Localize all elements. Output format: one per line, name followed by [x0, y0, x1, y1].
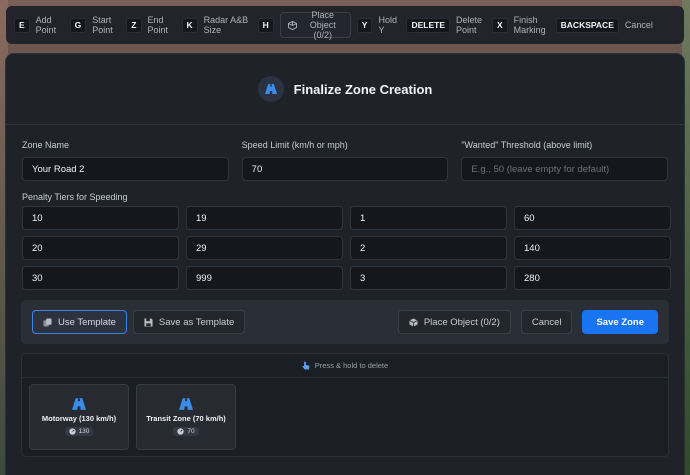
tier-input[interactable]: 280	[514, 266, 671, 290]
finalize-zone-modal: Finalize Zone Creation Zone Name Your Ro…	[6, 54, 684, 475]
road-icon	[257, 76, 284, 102]
tier-input[interactable]: 1	[350, 206, 507, 230]
key-badge: BACKSPACE	[555, 17, 619, 33]
zone-name-field: Zone Name Your Road 2	[22, 140, 229, 181]
keybind-delete-point: DELETE Delete Point	[406, 15, 486, 35]
keybind-label: Finish Marking	[513, 15, 546, 35]
speed-limit-label: Speed Limit (km/h or mph)	[241, 140, 348, 150]
save-as-template-button[interactable]: Save as Template	[132, 310, 246, 334]
penalty-tiers-grid: 10 19 1 60 20 29 2 140 30 999 3 280	[22, 206, 671, 290]
save-zone-button[interactable]: Save Zone	[582, 310, 658, 334]
modal-action-bar: Use Template Save as Template Place Obje…	[21, 300, 669, 344]
speedometer-icon	[68, 428, 76, 435]
wanted-threshold-label: "Wanted" Threshold (above limit)	[461, 140, 593, 150]
tier-input[interactable]: 29	[186, 236, 343, 260]
key-badge: X	[491, 17, 508, 33]
template-card-title: Motorway (130 km/h)	[41, 414, 117, 423]
speedometer-icon	[177, 428, 185, 435]
tier-input[interactable]: 19	[186, 206, 343, 230]
use-template-button[interactable]: Use Template	[32, 310, 127, 334]
tier-input[interactable]: 2	[350, 236, 507, 260]
zone-name-label: Zone Name	[22, 140, 70, 150]
keybind-label: Place Object (0/2)	[309, 10, 336, 40]
place-object-button[interactable]: Place Object (0/2)	[397, 310, 511, 334]
road-icon	[179, 398, 193, 410]
keybind-label: Cancel	[624, 20, 653, 30]
speed-badge: 130	[64, 427, 94, 436]
key-badge: Y	[356, 17, 373, 33]
copy-icon	[43, 317, 52, 327]
cancel-button[interactable]: Cancel	[520, 310, 573, 334]
keybind-label: Delete Point	[455, 15, 482, 35]
use-template-label: Use Template	[58, 316, 116, 328]
zone-form-row: Zone Name Your Road 2 Speed Limit (km/h …	[22, 140, 669, 181]
templates-panel: Press & hold to delete Motorway (130 km/…	[21, 353, 669, 457]
speed-badge-value: 70	[187, 428, 195, 435]
speed-badge-value: 130	[78, 428, 90, 435]
zone-name-input[interactable]: Your Road 2	[22, 157, 229, 181]
keybind-end-point: Z End Point	[126, 15, 175, 35]
wanted-threshold-field: "Wanted" Threshold (above limit) E.g., 5…	[461, 140, 669, 181]
tier-input[interactable]: 60	[514, 206, 671, 230]
keybind-start-point: G Start Point	[69, 15, 121, 35]
keybind-label: Start Point	[92, 15, 113, 35]
speed-limit-field: Speed Limit (km/h or mph) 70	[241, 140, 449, 181]
floppy-icon	[144, 317, 153, 327]
keybind-bar: E Add Point G Start Point Z End Point K …	[6, 6, 684, 44]
key-badge: H	[257, 17, 274, 33]
templates-hint: Press & hold to delete	[22, 354, 668, 378]
penalty-tiers-label: Penalty Tiers for Speeding	[22, 192, 128, 202]
keybind-hold-y: Y Hold Y	[356, 15, 401, 35]
cube-icon	[287, 20, 297, 30]
keybind-label: Hold Y	[378, 15, 397, 35]
keybind-add-point: E Add Point	[14, 15, 64, 35]
keybind-place-object: H Place Object (0/2)	[257, 10, 351, 40]
tier-input[interactable]: 30	[22, 266, 179, 290]
speed-badge: 70	[173, 427, 199, 436]
tier-input[interactable]: 3	[350, 266, 507, 290]
tier-input[interactable]: 140	[514, 236, 671, 260]
tier-input[interactable]: 20	[22, 236, 179, 260]
template-cards: Motorway (130 km/h) 130 Transit Zone (70…	[22, 378, 668, 456]
keybind-finish-marking: X Finish Marking	[491, 15, 550, 35]
keybind-radar-size: K Radar A&B Size	[181, 15, 252, 35]
keybind-cancel: BACKSPACE Cancel	[555, 17, 653, 33]
key-badge: E	[14, 17, 30, 33]
tier-input[interactable]: 10	[22, 206, 179, 230]
save-zone-label: Save Zone	[596, 316, 644, 328]
key-badge: G	[69, 17, 87, 33]
place-object-label: Place Object (0/2)	[423, 316, 500, 328]
tier-input[interactable]: 999	[186, 266, 343, 290]
cube-icon	[409, 317, 418, 327]
road-icon	[72, 398, 86, 410]
template-card-transit-zone[interactable]: Transit Zone (70 km/h) 70	[136, 384, 236, 450]
speed-limit-input[interactable]: 70	[241, 157, 449, 181]
key-badge: DELETE	[406, 17, 450, 33]
save-as-template-label: Save as Template	[158, 316, 235, 328]
hand-pointer-icon	[302, 361, 310, 370]
template-card-motorway[interactable]: Motorway (130 km/h) 130	[29, 384, 129, 450]
keybind-label: Add Point	[35, 15, 57, 35]
place-object-chip[interactable]: Place Object (0/2)	[279, 10, 351, 40]
cancel-label: Cancel	[531, 316, 562, 328]
key-badge: Z	[126, 17, 142, 33]
key-badge: K	[181, 17, 198, 33]
keybind-label: Radar A&B Size	[203, 15, 249, 35]
keybind-label: End Point	[147, 15, 169, 35]
template-card-title: Transit Zone (70 km/h)	[146, 414, 226, 423]
modal-title: Finalize Zone Creation	[293, 81, 433, 97]
wanted-threshold-input[interactable]: E.g., 50 (leave empty for default)	[461, 157, 669, 181]
templates-hint-text: Press & hold to delete	[314, 361, 389, 370]
modal-header: Finalize Zone Creation	[6, 54, 684, 125]
